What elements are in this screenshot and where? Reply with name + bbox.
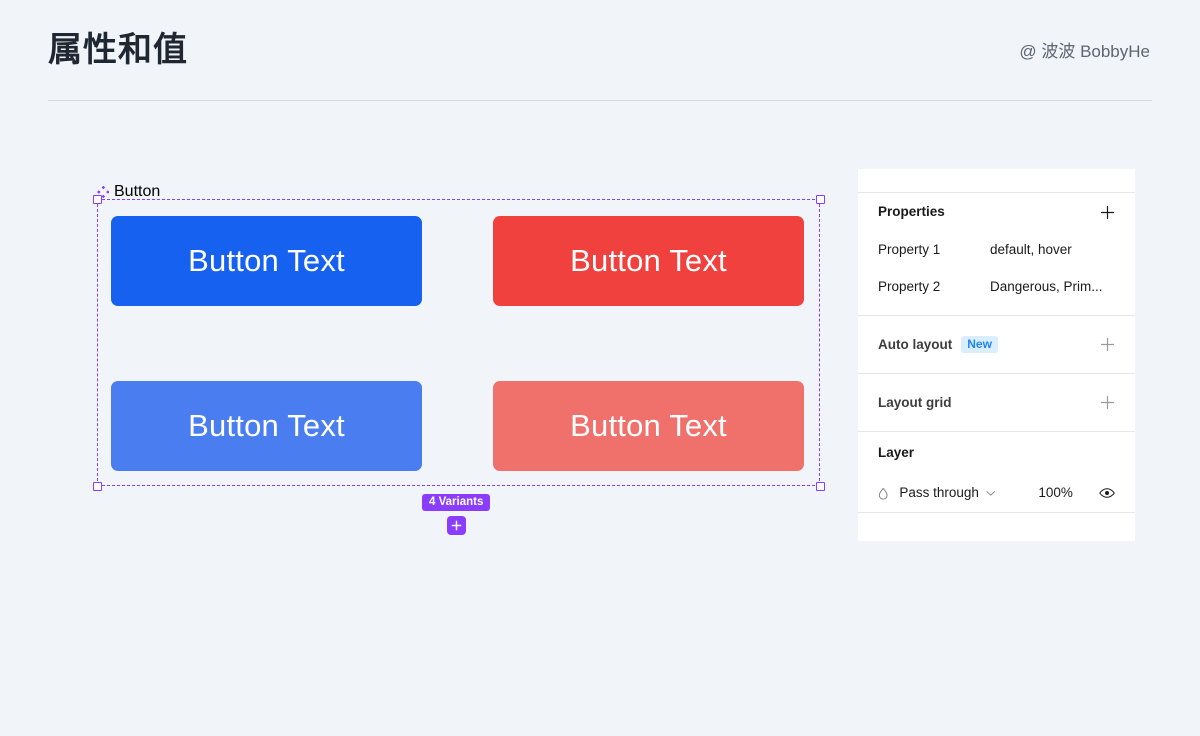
slide-root: 属性和值 @ 波波 BobbyHe Button Button Text But…	[0, 0, 1200, 675]
variant-button-primary-hover[interactable]: Button Text	[111, 381, 422, 471]
layer-header: Layer	[878, 432, 1115, 474]
property-1-value: default, hover	[990, 241, 1072, 257]
section-layout-grid: Layout grid	[858, 374, 1135, 431]
resize-handle-top-right[interactable]	[816, 195, 825, 204]
variant-button-dangerous-hover[interactable]: Button Text	[493, 381, 804, 471]
blend-mode-value[interactable]: Pass through	[899, 484, 979, 502]
section-layer: Layer Pass through 100%	[858, 432, 1135, 512]
auto-layout-title: Auto layout	[878, 336, 953, 352]
property-1-name: Property 1	[878, 241, 941, 257]
eye-icon[interactable]	[1099, 487, 1115, 499]
layout-grid-title: Layout grid	[878, 394, 952, 410]
add-variant-button[interactable]	[447, 516, 466, 535]
property-2-value: Dangerous, Prim...	[990, 278, 1103, 294]
resize-handle-bottom-right[interactable]	[816, 482, 825, 491]
property-row-2[interactable]: Property 2 Dangerous, Prim...	[878, 268, 1115, 305]
variant-button-dangerous-default[interactable]: Button Text	[493, 216, 804, 306]
auto-layout-new-badge: New	[961, 336, 998, 353]
layout-grid-header: Layout grid	[878, 374, 1115, 431]
chevron-down-icon[interactable]	[986, 490, 995, 497]
property-row-1[interactable]: Property 1 default, hover	[878, 231, 1115, 268]
layer-opacity-value[interactable]: 100%	[1038, 484, 1073, 502]
variants-count-badge: 4 Variants	[422, 494, 491, 511]
auto-layout-header: Auto layout New	[878, 316, 1115, 373]
layer-title: Layer	[878, 445, 915, 460]
layer-controls-row: Pass through 100%	[878, 474, 1115, 512]
add-property-button[interactable]	[1100, 205, 1115, 220]
properties-header: Properties	[878, 193, 1115, 231]
inspector-scrollbar-track[interactable]	[844, 250, 854, 490]
inspector-panel: Properties Property 1 default, hover Pro…	[858, 169, 1135, 541]
inspector-top-strip	[858, 169, 1135, 192]
plus-icon	[451, 520, 462, 531]
resize-handle-top-left[interactable]	[93, 195, 102, 204]
inspector-bottom-strip	[858, 513, 1135, 529]
section-auto-layout: Auto layout New	[858, 316, 1135, 373]
add-auto-layout-button[interactable]	[1100, 337, 1115, 352]
auto-layout-title-wrap: Auto layout New	[878, 336, 998, 354]
add-layout-grid-button[interactable]	[1100, 395, 1115, 410]
variant-button-primary-default[interactable]: Button Text	[111, 216, 422, 306]
resize-handle-bottom-left[interactable]	[93, 482, 102, 491]
section-properties: Properties Property 1 default, hover Pro…	[858, 193, 1135, 315]
blend-mode-icon	[878, 487, 888, 500]
properties-title: Properties	[878, 204, 945, 219]
property-2-name: Property 2	[878, 278, 941, 294]
component-set-label-row[interactable]: Button	[97, 183, 160, 200]
